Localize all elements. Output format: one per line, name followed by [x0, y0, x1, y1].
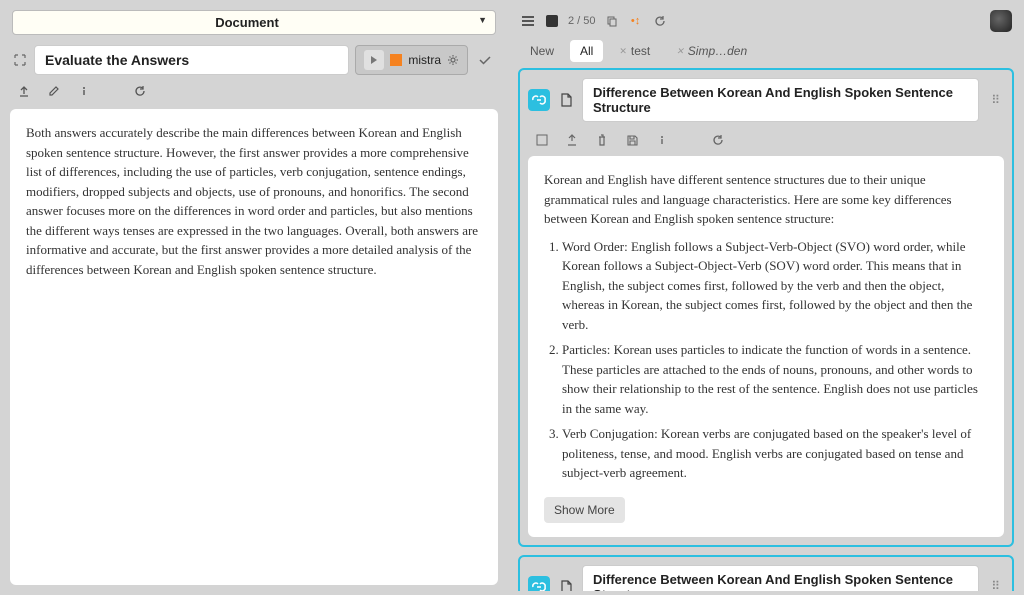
upload-icon[interactable] — [16, 83, 32, 99]
collapse-icon[interactable] — [564, 132, 580, 148]
copy-icon[interactable] — [604, 13, 620, 29]
info-icon[interactable] — [654, 132, 670, 148]
close-icon[interactable]: ✕ — [619, 46, 627, 57]
refresh-right-icon[interactable] — [652, 13, 668, 29]
tabs: New All ✕test ✕Simp…den — [512, 38, 1020, 68]
play-icon[interactable] — [364, 50, 384, 70]
list-item: Word Order: English follows a Subject-Ve… — [562, 237, 988, 335]
show-more-button[interactable]: Show More — [544, 497, 625, 523]
card-1-intro: Korean and English have different senten… — [544, 170, 988, 229]
evaluate-title[interactable]: Evaluate the Answers — [34, 45, 349, 75]
save-icon[interactable] — [624, 132, 640, 148]
list-item: Verb Conjugation: Korean verbs are conju… — [562, 424, 988, 483]
refresh-icon[interactable] — [132, 83, 148, 99]
list-icon[interactable] — [520, 13, 536, 29]
answer-card-2: Difference Between Korean And English Sp… — [518, 555, 1014, 592]
checkbox-icon[interactable] — [534, 132, 550, 148]
gear-icon[interactable] — [447, 54, 459, 66]
link-badge-icon[interactable] — [528, 576, 550, 592]
document-icon — [558, 579, 574, 592]
card-1-title[interactable]: Difference Between Korean And English Sp… — [582, 78, 979, 122]
avatar[interactable] — [990, 10, 1012, 32]
tab-test[interactable]: ✕test — [609, 40, 660, 62]
model-logo-icon — [390, 54, 402, 66]
link-badge-icon[interactable] — [528, 89, 550, 111]
stop-icon[interactable] — [544, 13, 560, 29]
compress-icon[interactable]: •↕ — [628, 13, 644, 29]
info-icon[interactable] — [76, 83, 92, 99]
document-selector[interactable]: Document — [12, 10, 496, 35]
page-indicator: 2 / 50 — [568, 15, 596, 27]
card-1-body: Korean and English have different senten… — [528, 156, 1004, 537]
right-panel: 2 / 50 •↕ New All ✕test ✕Simp…den — [512, 4, 1020, 591]
drag-handle-icon[interactable]: ⠿ — [987, 93, 1004, 108]
tab-all[interactable]: All — [570, 40, 603, 62]
trash-icon[interactable] — [594, 132, 610, 148]
refresh-icon[interactable] — [710, 132, 726, 148]
document-icon — [558, 92, 574, 108]
evaluation-text: Both answers accurately describe the mai… — [26, 123, 482, 279]
drag-handle-icon[interactable]: ⠿ — [987, 579, 1004, 591]
tab-simp[interactable]: ✕Simp…den — [666, 40, 757, 62]
card-2-title[interactable]: Difference Between Korean And English Sp… — [582, 565, 979, 592]
model-selector[interactable]: mistra — [355, 45, 468, 75]
tab-new[interactable]: New — [520, 40, 564, 62]
left-panel: Document Evaluate the Answers mistra — [4, 4, 504, 591]
answer-card-1: Difference Between Korean And English Sp… — [518, 68, 1014, 547]
edit-icon[interactable] — [46, 83, 62, 99]
check-icon[interactable] — [474, 53, 496, 67]
model-name: mistra — [408, 53, 441, 67]
expand-icon[interactable] — [12, 52, 28, 68]
list-item: Particles: Korean uses particles to indi… — [562, 340, 988, 418]
close-icon[interactable]: ✕ — [676, 46, 684, 57]
left-content: Both answers accurately describe the mai… — [10, 109, 498, 585]
